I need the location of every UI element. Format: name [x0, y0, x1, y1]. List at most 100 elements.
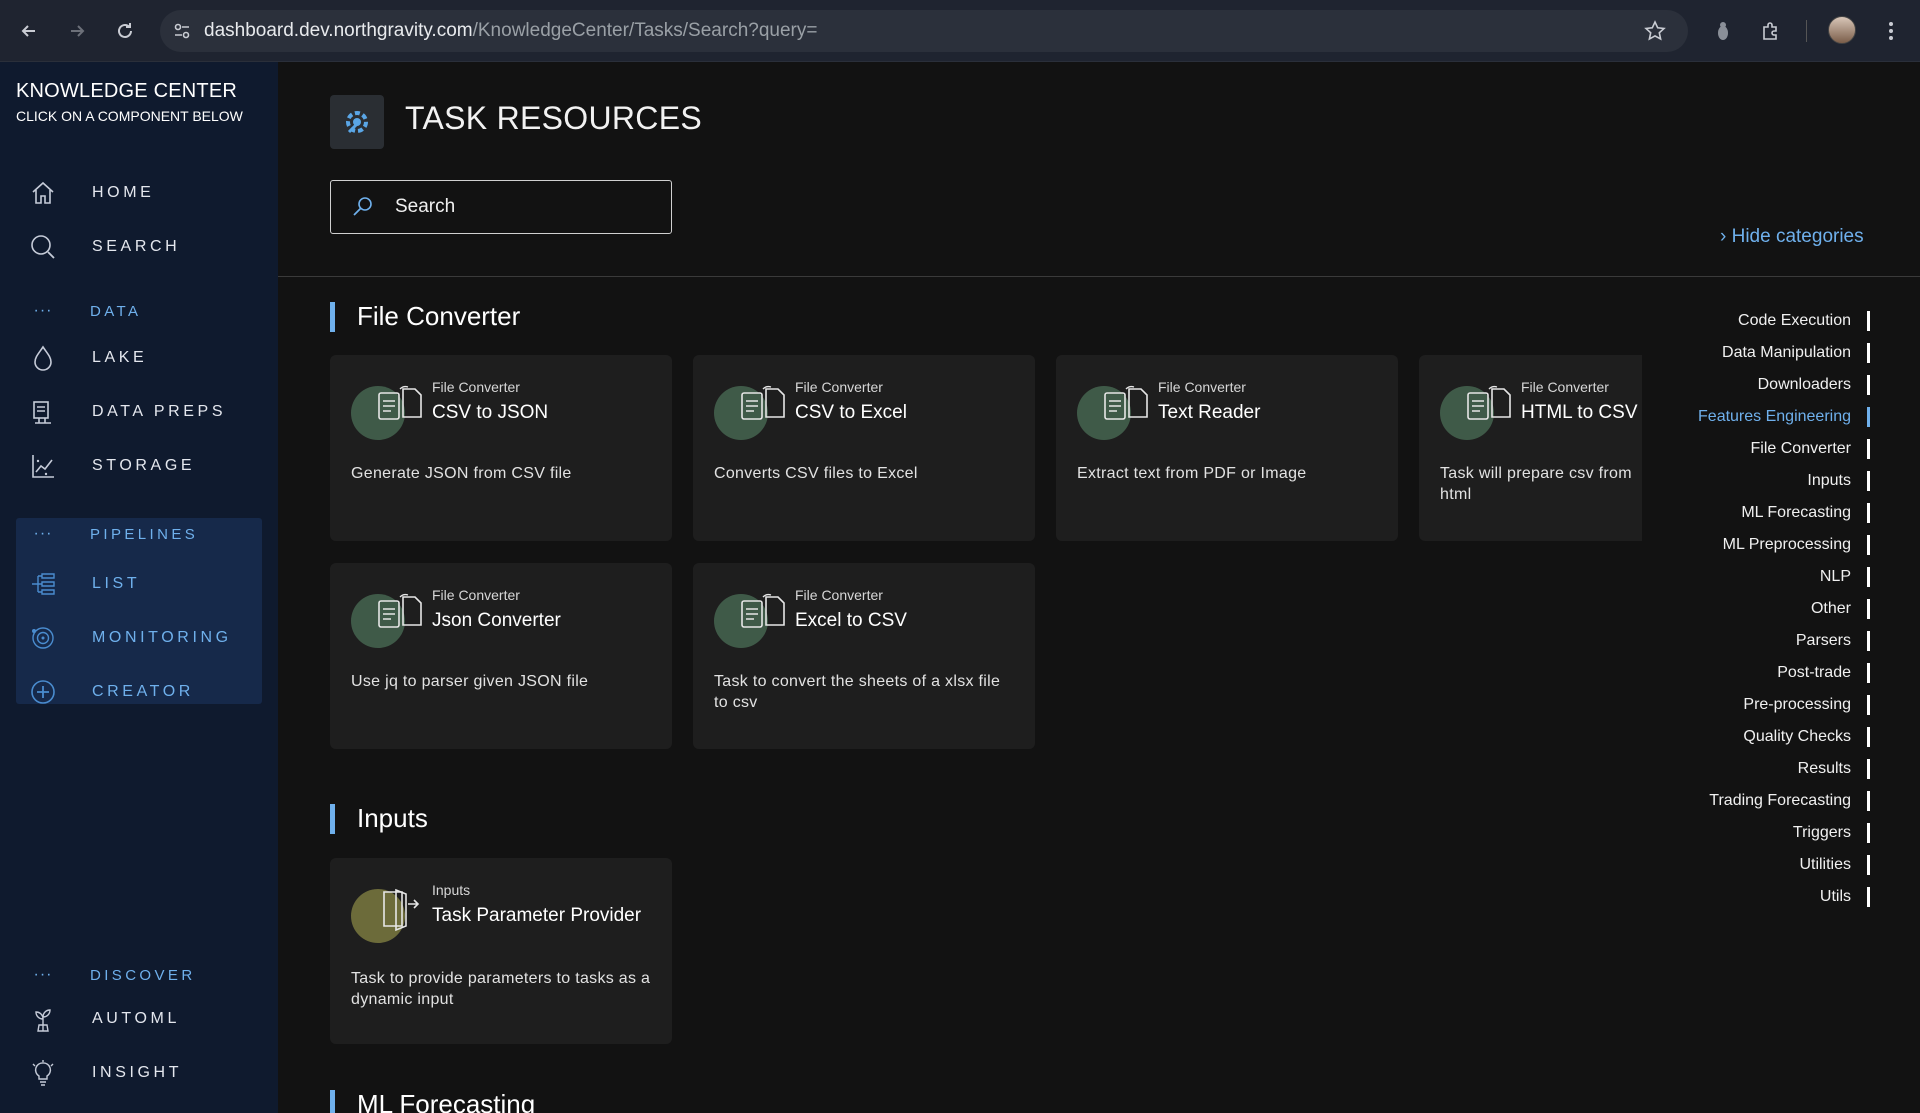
reload-icon[interactable]	[110, 16, 140, 46]
category-marker	[1867, 567, 1870, 587]
puzzle-extensions-icon[interactable]	[1756, 16, 1786, 46]
section-accent-bar	[330, 803, 335, 834]
sidebar-section-pipelines: ··· PIPELINES	[16, 519, 262, 549]
category-link[interactable]: Trading Forecasting	[1709, 789, 1870, 813]
category-link[interactable]: ML Forecasting	[1741, 501, 1870, 525]
file-convert-icon	[1467, 385, 1511, 420]
droplet-icon	[16, 344, 70, 372]
sidebar-item-monitoring[interactable]: MONITORING	[16, 616, 262, 660]
bookmark-star-icon[interactable]	[1644, 20, 1666, 47]
plus-circle-icon	[16, 678, 70, 706]
card-description: Task to provide parameters to tasks as a…	[351, 970, 651, 1008]
card-description: Task to convert the sheets of a xlsx fil…	[714, 673, 1001, 711]
category-link[interactable]: NLP	[1820, 565, 1870, 589]
sidebar-item-lake[interactable]: LAKE	[16, 336, 262, 380]
task-card-json-converter[interactable]: File Converter Json Converter Use jq to …	[330, 563, 672, 749]
ellipsis-icon: ···	[33, 302, 53, 319]
category-link[interactable]: Features Engineering	[1698, 405, 1870, 429]
sidebar-item-home[interactable]: HOME	[16, 171, 262, 215]
card-title: Task Parameter Provider	[432, 905, 642, 926]
search-icon	[331, 195, 395, 219]
category-link[interactable]: Code Execution	[1738, 309, 1870, 333]
task-card-csv-to-excel[interactable]: File Converter CSV to Excel Converts CSV…	[693, 355, 1035, 541]
category-label: Post-trade	[1777, 664, 1851, 681]
sidebar-section-data: ··· DATA	[16, 296, 262, 326]
category-link[interactable]: Results	[1798, 757, 1870, 781]
header-divider	[278, 276, 1920, 277]
main-content: TASK RESOURCES › Hide categories File Co…	[278, 62, 1920, 1113]
category-link[interactable]: Inputs	[1807, 469, 1870, 493]
category-label: Trading Forecasting	[1709, 792, 1851, 809]
category-link[interactable]: Quality Checks	[1743, 725, 1870, 749]
category-link[interactable]: Parsers	[1796, 629, 1870, 653]
category-link[interactable]: Triggers	[1793, 821, 1870, 845]
category-link[interactable]: Data Manipulation	[1722, 341, 1870, 365]
category-link[interactable]: Other	[1811, 597, 1870, 621]
gear-wrench-icon	[330, 95, 384, 149]
category-marker	[1867, 503, 1870, 523]
storage-chart-icon	[16, 452, 70, 480]
profile-avatar[interactable]	[1828, 16, 1856, 44]
sidebar-item-list[interactable]: LIST	[16, 562, 262, 606]
task-card-text-reader[interactable]: File Converter Text Reader Extract text …	[1056, 355, 1398, 541]
category-marker	[1867, 439, 1870, 459]
category-marker	[1867, 759, 1870, 779]
category-label: NLP	[1819, 568, 1851, 585]
toolbar-separator	[1806, 20, 1807, 42]
category-link[interactable]: Utils	[1820, 885, 1870, 909]
task-card-csv-to-json[interactable]: File Converter CSV to JSON Generate JSON…	[330, 355, 672, 541]
extension-icon[interactable]	[1708, 16, 1738, 46]
category-marker	[1867, 855, 1870, 875]
category-label: Features Engineering	[1698, 408, 1851, 425]
card-title: CSV to Excel	[795, 402, 907, 423]
file-convert-icon	[378, 385, 422, 420]
category-link[interactable]: Pre-processing	[1743, 693, 1870, 717]
forward-arrow-icon[interactable]	[62, 16, 92, 46]
category-label: Utilities	[1799, 856, 1851, 873]
sidebar-title: KNOWLEDGE CENTER	[16, 80, 238, 102]
monitoring-icon	[16, 624, 70, 652]
category-link[interactable]: Downloaders	[1758, 373, 1870, 397]
input-door-icon	[383, 888, 420, 932]
sidebar-item-data-preps[interactable]: DATA PREPS	[16, 390, 262, 434]
category-marker	[1867, 631, 1870, 651]
sidebar-item-storage[interactable]: STORAGE	[16, 444, 262, 488]
task-card-task-parameter-provider[interactable]: Inputs Task Parameter Provider Task to p…	[330, 858, 672, 1044]
address-bar[interactable]: dashboard.dev.northgravity.com/Knowledge…	[160, 10, 1688, 52]
category-marker	[1867, 471, 1870, 491]
category-label: Parsers	[1795, 632, 1851, 649]
hide-categories-link[interactable]: › Hide categories	[1720, 226, 1864, 248]
search-box[interactable]	[330, 180, 672, 234]
category-link[interactable]: File Converter	[1751, 437, 1870, 461]
card-description: Generate JSON from CSV file	[351, 465, 572, 482]
sidebar-item-creator[interactable]: CREATOR	[16, 670, 262, 714]
search-input[interactable]	[395, 196, 655, 218]
lightbulb-icon	[16, 1059, 70, 1087]
sidebar-item-automl[interactable]: AUTOML	[16, 997, 262, 1041]
category-label: ML Preprocessing	[1722, 536, 1851, 553]
card-description: Extract text from PDF or Image	[1077, 465, 1307, 482]
category-link[interactable]: Post-trade	[1777, 661, 1870, 685]
back-arrow-icon[interactable]	[14, 16, 44, 46]
task-card-excel-to-csv[interactable]: File Converter Excel to CSV Task to conv…	[693, 563, 1035, 749]
category-marker	[1867, 407, 1870, 427]
section-accent-bar	[330, 301, 335, 332]
category-label: Other	[1810, 600, 1851, 617]
category-label: ML Forecasting	[1741, 504, 1851, 521]
category-label: Quality Checks	[1743, 728, 1851, 745]
category-link[interactable]: ML Preprocessing	[1723, 533, 1870, 557]
task-card-html-to-csv[interactable]: File Converter HTML to CSV Task will pre…	[1419, 355, 1642, 541]
sidebar-item-search[interactable]: SEARCH	[16, 225, 262, 269]
kebab-menu-icon[interactable]	[1876, 16, 1906, 46]
category-marker	[1867, 343, 1870, 363]
category-marker	[1867, 535, 1870, 555]
page-title: TASK RESOURCES	[405, 100, 702, 136]
category-link[interactable]: Utilities	[1799, 853, 1870, 877]
section-header-inputs: Inputs	[330, 803, 428, 834]
card-description: Use jq to parser given JSON file	[351, 673, 589, 690]
category-marker	[1867, 311, 1870, 331]
category-marker	[1867, 887, 1870, 907]
site-settings-icon[interactable]	[160, 21, 204, 41]
category-marker	[1867, 791, 1870, 811]
sidebar-item-insight[interactable]: INSIGHT	[16, 1051, 262, 1095]
